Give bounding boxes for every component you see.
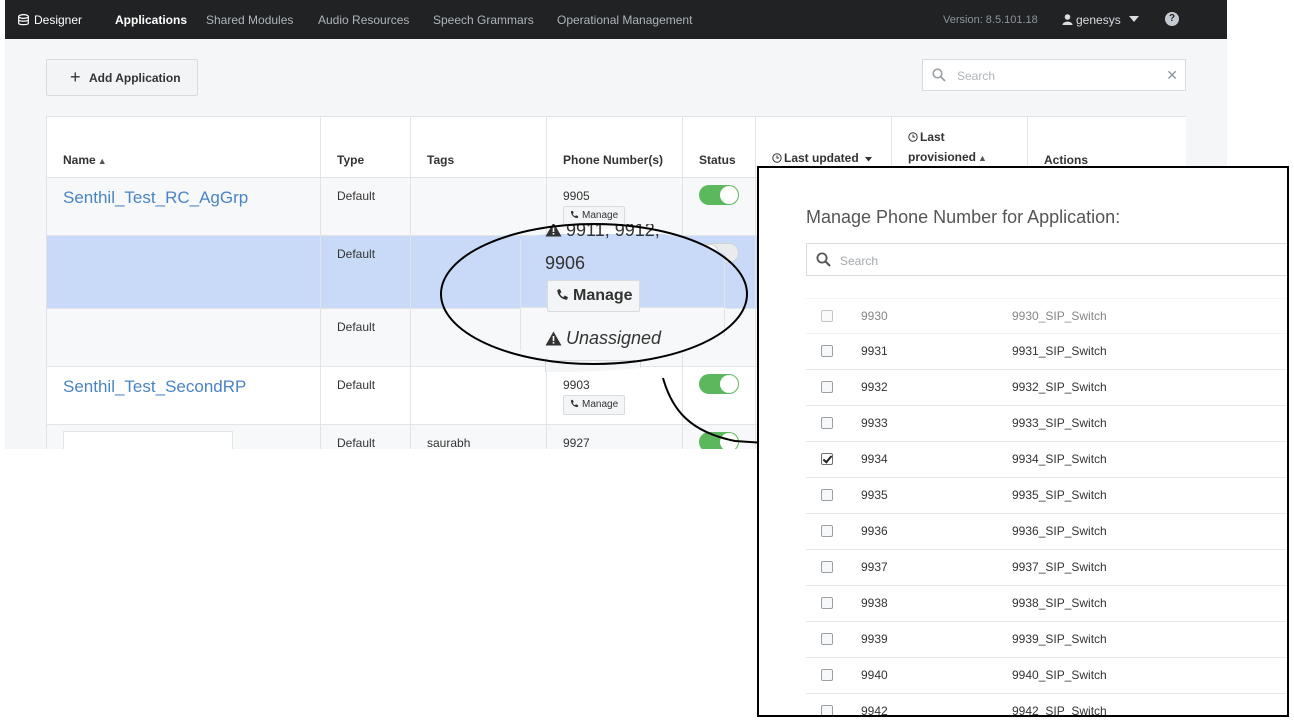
phone-number-row[interactable]: 9942 9942_SIP_Switch [806, 694, 1287, 717]
phone-switch: 9940_SIP_Switch [1012, 668, 1107, 682]
phone-checkbox[interactable] [821, 310, 833, 322]
phone-switch: 9939_SIP_Switch [1012, 632, 1107, 646]
phone-number: 9942 [861, 704, 888, 717]
phone-number-row[interactable]: 9934 9934_SIP_Switch [806, 442, 1287, 478]
panel-title: Manage Phone Number for Application: [806, 207, 1121, 227]
phone-number: 9935 [861, 488, 888, 502]
phone-checkbox[interactable] [821, 489, 833, 501]
phone-number-list: 9930 9930_SIP_Switch 9931 9931_SIP_Switch … [806, 298, 1287, 717]
phone-switch: 9930_SIP_Switch [1012, 309, 1107, 323]
phone-number-row[interactable]: 9935 9935_SIP_Switch [806, 478, 1287, 514]
phone-checkbox[interactable] [821, 669, 833, 681]
manage-phone-number-panel: Manage Phone Number for Application: 993… [757, 166, 1289, 717]
phone-switch: 9938_SIP_Switch [1012, 596, 1107, 610]
phone-number-row[interactable]: 9937 9937_SIP_Switch [806, 550, 1287, 586]
phone-number: 9937 [861, 560, 888, 574]
phone-number: 9939 [861, 632, 888, 646]
phone-number-row[interactable]: 9931 9931_SIP_Switch [806, 334, 1287, 370]
phone-number-row[interactable]: 9936 9936_SIP_Switch [806, 514, 1287, 550]
phone-number: 9933 [861, 416, 888, 430]
phone-number: 9936 [861, 524, 888, 538]
phone-checkbox[interactable] [821, 597, 833, 609]
phone-switch: 9935_SIP_Switch [1012, 488, 1107, 502]
phone-checkbox[interactable] [821, 705, 833, 715]
phone-number-row[interactable]: 9930 9930_SIP_Switch [806, 298, 1287, 334]
phone-number-row[interactable]: 9938 9938_SIP_Switch [806, 586, 1287, 622]
phone-checkbox[interactable] [821, 561, 833, 573]
panel-search-box [806, 243, 1287, 276]
phone-switch: 9934_SIP_Switch [1012, 452, 1107, 466]
phone-switch: 9932_SIP_Switch [1012, 380, 1107, 394]
phone-checkbox[interactable] [821, 381, 833, 393]
phone-checkbox[interactable] [821, 417, 833, 429]
search-icon [816, 252, 831, 267]
phone-number: 9931 [861, 344, 888, 358]
phone-switch: 9937_SIP_Switch [1012, 560, 1107, 574]
phone-number: 9932 [861, 380, 888, 394]
phone-checkbox[interactable] [821, 633, 833, 645]
phone-number-row[interactable]: 9940 9940_SIP_Switch [806, 658, 1287, 694]
phone-switch: 9942_SIP_Switch [1012, 704, 1107, 717]
phone-number-row[interactable]: 9939 9939_SIP_Switch [806, 622, 1287, 658]
phone-checkbox[interactable] [821, 345, 833, 357]
phone-number: 9938 [861, 596, 888, 610]
phone-switch: 9933_SIP_Switch [1012, 416, 1107, 430]
phone-number-row[interactable]: 9933 9933_SIP_Switch [806, 406, 1287, 442]
phone-checkbox[interactable] [821, 525, 833, 537]
phone-switch: 9936_SIP_Switch [1012, 524, 1107, 538]
phone-number: 9940 [861, 668, 888, 682]
phone-number-row[interactable]: 9932 9932_SIP_Switch [806, 370, 1287, 406]
phone-number: 9934 [861, 452, 888, 466]
phone-switch: 9931_SIP_Switch [1012, 344, 1107, 358]
highlight-ellipse [440, 223, 748, 365]
panel-search-input[interactable] [840, 251, 1140, 271]
phone-number: 9930 [861, 309, 888, 323]
phone-checkbox-checked[interactable] [821, 453, 833, 465]
